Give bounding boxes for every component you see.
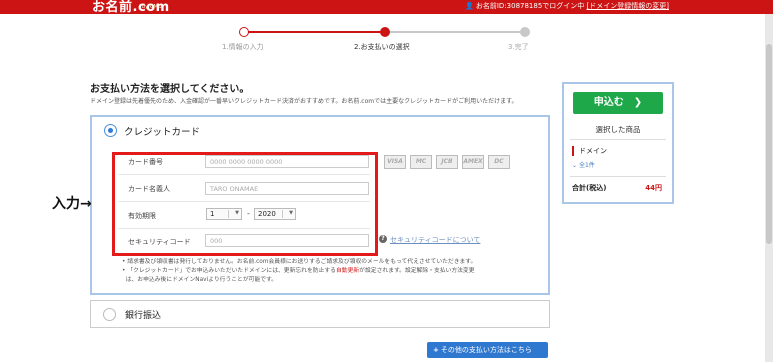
vertical-scrollbar[interactable]	[765, 14, 773, 362]
other-payment-methods-button[interactable]: + その他の支払い方法はこちら	[427, 342, 548, 358]
note-text: が設定されます。設定解除・支払い方法変更	[359, 268, 475, 274]
mastercard-logo: MC	[410, 155, 432, 169]
step-1-label: 1.情報の入力	[222, 43, 264, 51]
bank-transfer-label[interactable]: 銀行振込	[125, 308, 161, 321]
step-3-label: 3.完了	[508, 43, 529, 51]
gmo-logo-sub: by GMO	[142, 4, 162, 10]
account-settings-link[interactable]: [ドメイン登録情報の変更]	[587, 2, 669, 10]
credit-card-label[interactable]: クレジットカード	[124, 124, 200, 138]
order-summary-panel: 申込む ❯ 選択した商品 ドメイン ⌄ 全1件 合計(税込) 44円	[562, 82, 674, 204]
note-text: 請求書及び領収書は発行しておりません。お名前.com会員様にお送りするご請求及び…	[127, 259, 477, 265]
selected-products-heading: 選択した商品	[595, 125, 641, 134]
show-all-label: 全1件	[578, 162, 595, 169]
progress-stepper: 1.情報の入力 2.お支払いの選択 3.完了	[220, 26, 550, 56]
summary-separator	[570, 176, 666, 177]
visa-logo: VISA	[384, 155, 406, 169]
note-line-3: は、お申込み後にドメインNaviより行うことが可能です。	[122, 276, 476, 285]
amex-logo: AMEX	[462, 155, 484, 169]
credit-card-radio[interactable]	[104, 124, 117, 137]
note-text: は、お申込み後にドメインNaviより行うことが可能です。	[125, 277, 278, 283]
auto-renew-highlight: 自動更新	[335, 268, 360, 274]
apply-button-label: 申込む	[593, 97, 624, 108]
diners-logo: DC	[488, 155, 510, 169]
login-text: お名前ID:30878185でログイン中	[475, 2, 585, 10]
domain-item-label: ドメイン	[572, 146, 607, 156]
step-line-todo	[385, 31, 525, 33]
security-code-help-link[interactable]: セキュリティコードについて	[390, 235, 480, 245]
input-callout-label: 入力→	[52, 196, 92, 212]
question-icon[interactable]: ?	[379, 235, 387, 243]
note-line-1: • 請求書及び領収書は発行しておりません。お名前.com会員様にお送りするご請求…	[122, 259, 477, 265]
jcb-logo: JCB	[436, 155, 458, 169]
input-highlight-frame	[112, 152, 378, 256]
bank-transfer-radio[interactable]	[103, 308, 116, 321]
plus-icon: +	[433, 346, 439, 354]
apply-button[interactable]: 申込む ❯	[573, 92, 663, 114]
other-payment-label: その他の支払い方法はこちら	[440, 346, 532, 354]
step-2-dot	[380, 27, 390, 37]
note-line-2: • 「クレジットカード」でお申込みいただいたドメインには、更新忘れを防止する自動…	[122, 268, 475, 274]
top-header: お名前.com by GMO 👤 お名前ID:30878185でログイン中 [ドメ…	[0, 0, 773, 15]
bank-transfer-panel[interactable]: 銀行振込	[90, 300, 550, 328]
show-all-toggle[interactable]: ⌄ 全1件	[572, 160, 595, 169]
step-2-label: 2.お支払いの選択	[354, 43, 410, 51]
step-3-dot	[520, 27, 530, 37]
chevron-right-icon: ❯	[633, 97, 643, 108]
step-1-dot	[239, 27, 249, 37]
summary-separator	[570, 139, 666, 140]
step-line-done	[244, 31, 385, 33]
login-status: 👤 お名前ID:30878185でログイン中 [ドメイン登録情報の変更]	[465, 1, 669, 11]
scrollbar-thumb[interactable]	[766, 44, 772, 244]
total-value: 44円	[645, 184, 662, 192]
note-text: 「クレジットカード」でお申込みいただいたドメインには、更新忘れを防止する	[127, 268, 336, 274]
total-label: 合計(税込)	[572, 184, 607, 192]
page-description: ドメイン登録は先着優先のため、入金確認が一番早いクレジットカード決済がおすすめで…	[90, 98, 518, 105]
payment-notes: • 請求書及び領収書は発行しておりません。お名前.com会員様にお送りするご請求…	[122, 258, 476, 285]
page-title: お支払い方法を選択してください。	[90, 84, 250, 95]
user-icon: 👤	[465, 2, 474, 10]
chevron-down-icon: ⌄	[572, 162, 579, 169]
